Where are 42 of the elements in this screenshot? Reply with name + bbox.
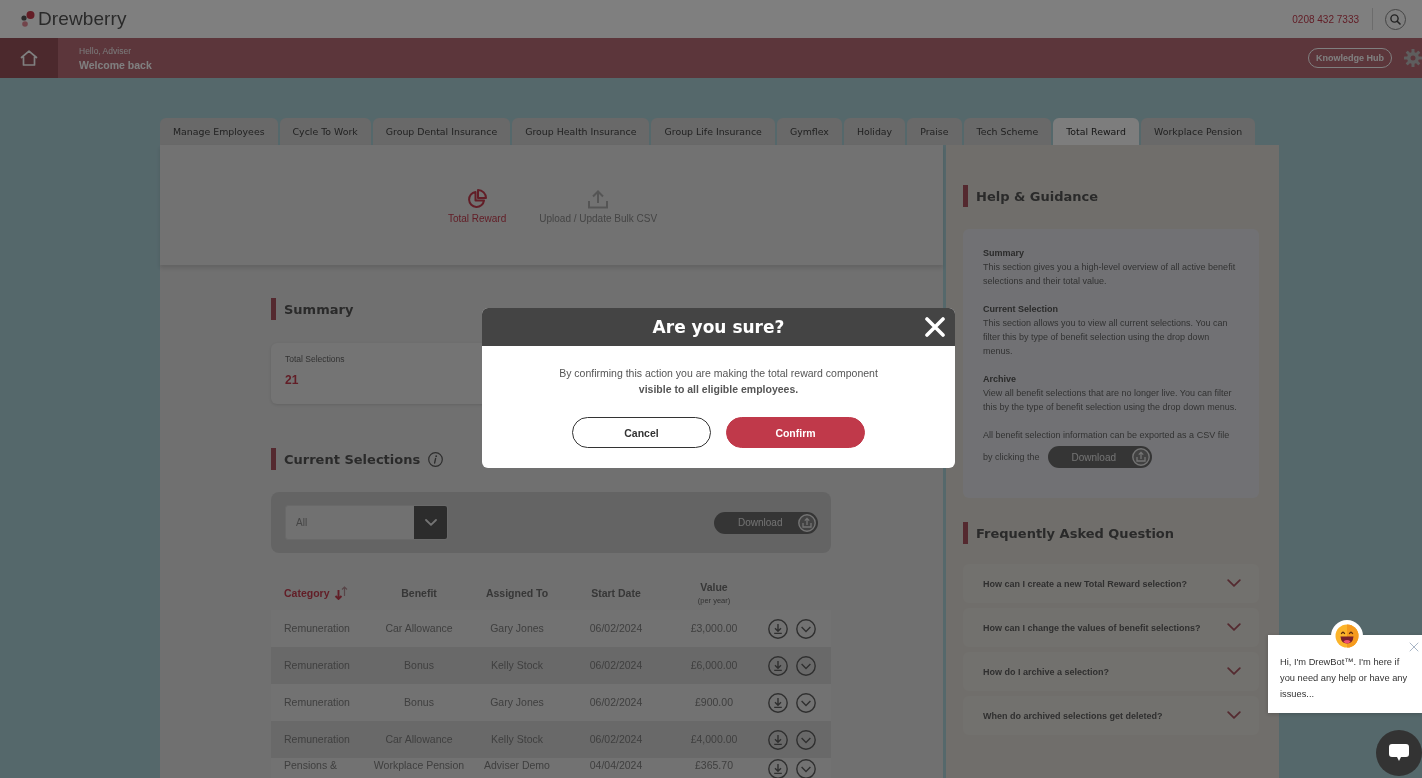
chat-launcher-button[interactable] xyxy=(1376,730,1422,776)
help-heading: Current Selection xyxy=(983,303,1059,316)
download-circle-icon[interactable] xyxy=(768,692,788,713)
column-header: Value xyxy=(700,580,728,593)
column-header: Benefit xyxy=(401,586,437,599)
chat-message: Hi, I'm DrewBot™. I'm here if you need any help or have any issues... xyxy=(1280,656,1409,701)
tab[interactable]: Gymflex xyxy=(776,118,842,145)
column-header: Start Date xyxy=(591,586,641,599)
tab[interactable]: Group Health Insurance xyxy=(512,118,650,145)
home-button[interactable] xyxy=(0,38,58,78)
logo-dots-icon xyxy=(21,11,35,27)
chevron-circle-icon[interactable] xyxy=(796,655,816,676)
search-icon[interactable] xyxy=(1385,8,1406,30)
tab[interactable]: Holiday xyxy=(843,118,906,145)
tab[interactable]: Group Dental Insurance xyxy=(372,118,511,145)
gear-icon[interactable] xyxy=(1404,49,1422,67)
tab[interactable]: Total Reward xyxy=(1053,118,1139,145)
chevron-circle-icon[interactable] xyxy=(796,729,816,750)
tab[interactable]: Cycle To Work xyxy=(279,118,371,145)
phone-link[interactable]: 0208 432 7333 xyxy=(1292,13,1359,25)
chevron-circle-icon[interactable] xyxy=(796,692,816,713)
help-heading: Summary xyxy=(983,247,1026,260)
tab[interactable]: Tech Scheme xyxy=(963,118,1052,145)
tab[interactable]: Group Life Insurance xyxy=(651,118,775,145)
chat-bubble-icon xyxy=(1388,743,1410,763)
tab[interactable]: Manage Employees xyxy=(160,118,278,145)
column-header: Assigned To xyxy=(485,586,549,599)
help-text: by clicking the xyxy=(983,451,1040,464)
welcome-title: Welcome back xyxy=(79,58,152,71)
help-heading: Archive xyxy=(983,373,1018,386)
chevron-circle-icon[interactable] xyxy=(796,618,816,639)
sort-arrows-icon[interactable] xyxy=(333,585,349,600)
download-circle-icon[interactable] xyxy=(768,618,788,639)
logo-text: Drewberry xyxy=(38,8,127,30)
section-heading: Frequently Asked Question xyxy=(976,525,1175,541)
download-circle-icon[interactable] xyxy=(768,729,788,750)
download-circle-icon[interactable] xyxy=(768,655,788,676)
house-icon xyxy=(20,50,38,66)
section-heading: Help & Guidance xyxy=(976,188,1099,204)
column-header: Category xyxy=(284,586,330,599)
tab[interactable]: Workplace Pension xyxy=(1141,118,1256,145)
tab[interactable]: Praise xyxy=(907,118,962,145)
